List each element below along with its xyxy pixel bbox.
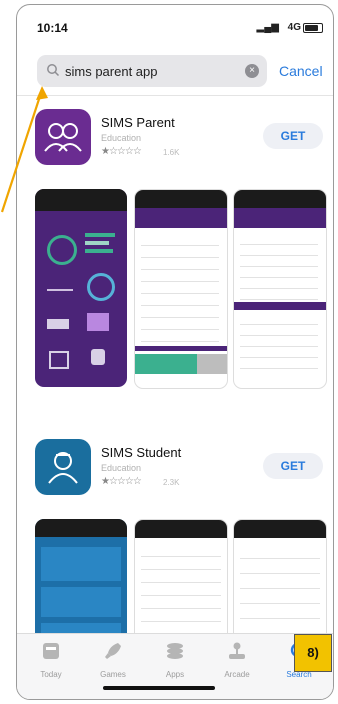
rating-count: 1.6K [163,148,180,157]
app-name: SIMS Student [101,445,182,460]
search-input[interactable] [65,62,245,80]
cancel-button[interactable]: Cancel [279,63,323,79]
screenshot-strip-student[interactable] [35,519,327,651]
screenshot-menu-list [134,189,228,389]
battery-icon [303,23,323,33]
star-rating: ★☆☆☆☆ [101,146,142,157]
divider [17,95,333,96]
app-category: Education [101,463,142,473]
step-annotation-label: 8) [294,634,332,672]
status-bar: 10:14 ▂▄▆ 4G [17,5,333,49]
tab-arcade[interactable]: Arcade [207,640,267,679]
status-time: 10:14 [37,21,68,35]
tab-label: Today [40,670,62,679]
search-icon [47,64,60,77]
app-category: Education [101,133,142,143]
sims-parent-app-icon [35,109,91,165]
app-result-sims-student[interactable]: SIMS Student Education ★☆☆☆☆ 2.3K GET [35,439,325,499]
screenshot-student-home [35,519,127,649]
joystick-icon [229,642,245,659]
screenshot-dashboard [35,189,127,387]
app-name: SIMS Parent [101,115,175,130]
tab-label: Arcade [224,670,250,679]
screenshot-student-list [134,519,228,651]
sims-student-app-icon [35,439,91,495]
tab-label: Apps [165,670,185,679]
screenshot-strip-parent[interactable] [35,189,327,389]
get-button[interactable]: GET [263,453,323,479]
screenshot-student-timetable [233,519,327,651]
phone-screen: 10:14 ▂▄▆ 4G × Cancel SIMS Parent Educat… [16,4,334,700]
app-result-sims-parent[interactable]: SIMS Parent Education ★☆☆☆☆ 1.6K GET [35,109,325,169]
tab-today[interactable]: Today [21,640,81,679]
search-bar[interactable]: × [37,55,267,87]
today-icon [43,643,59,659]
tab-games[interactable]: Games [83,640,143,679]
rocket-icon [105,643,121,659]
star-rating: ★☆☆☆☆ [101,476,142,487]
network-label: 4G [287,22,301,33]
layers-icon [167,643,183,659]
signal-icon: ▂▄▆ [256,22,279,33]
screenshot-details [233,189,327,389]
rating-count: 2.3K [163,478,180,487]
get-button[interactable]: GET [263,123,323,149]
clear-search-icon[interactable]: × [245,64,259,78]
home-indicator [103,686,215,690]
tab-apps[interactable]: Apps [145,640,205,679]
tab-label: Games [100,670,126,679]
